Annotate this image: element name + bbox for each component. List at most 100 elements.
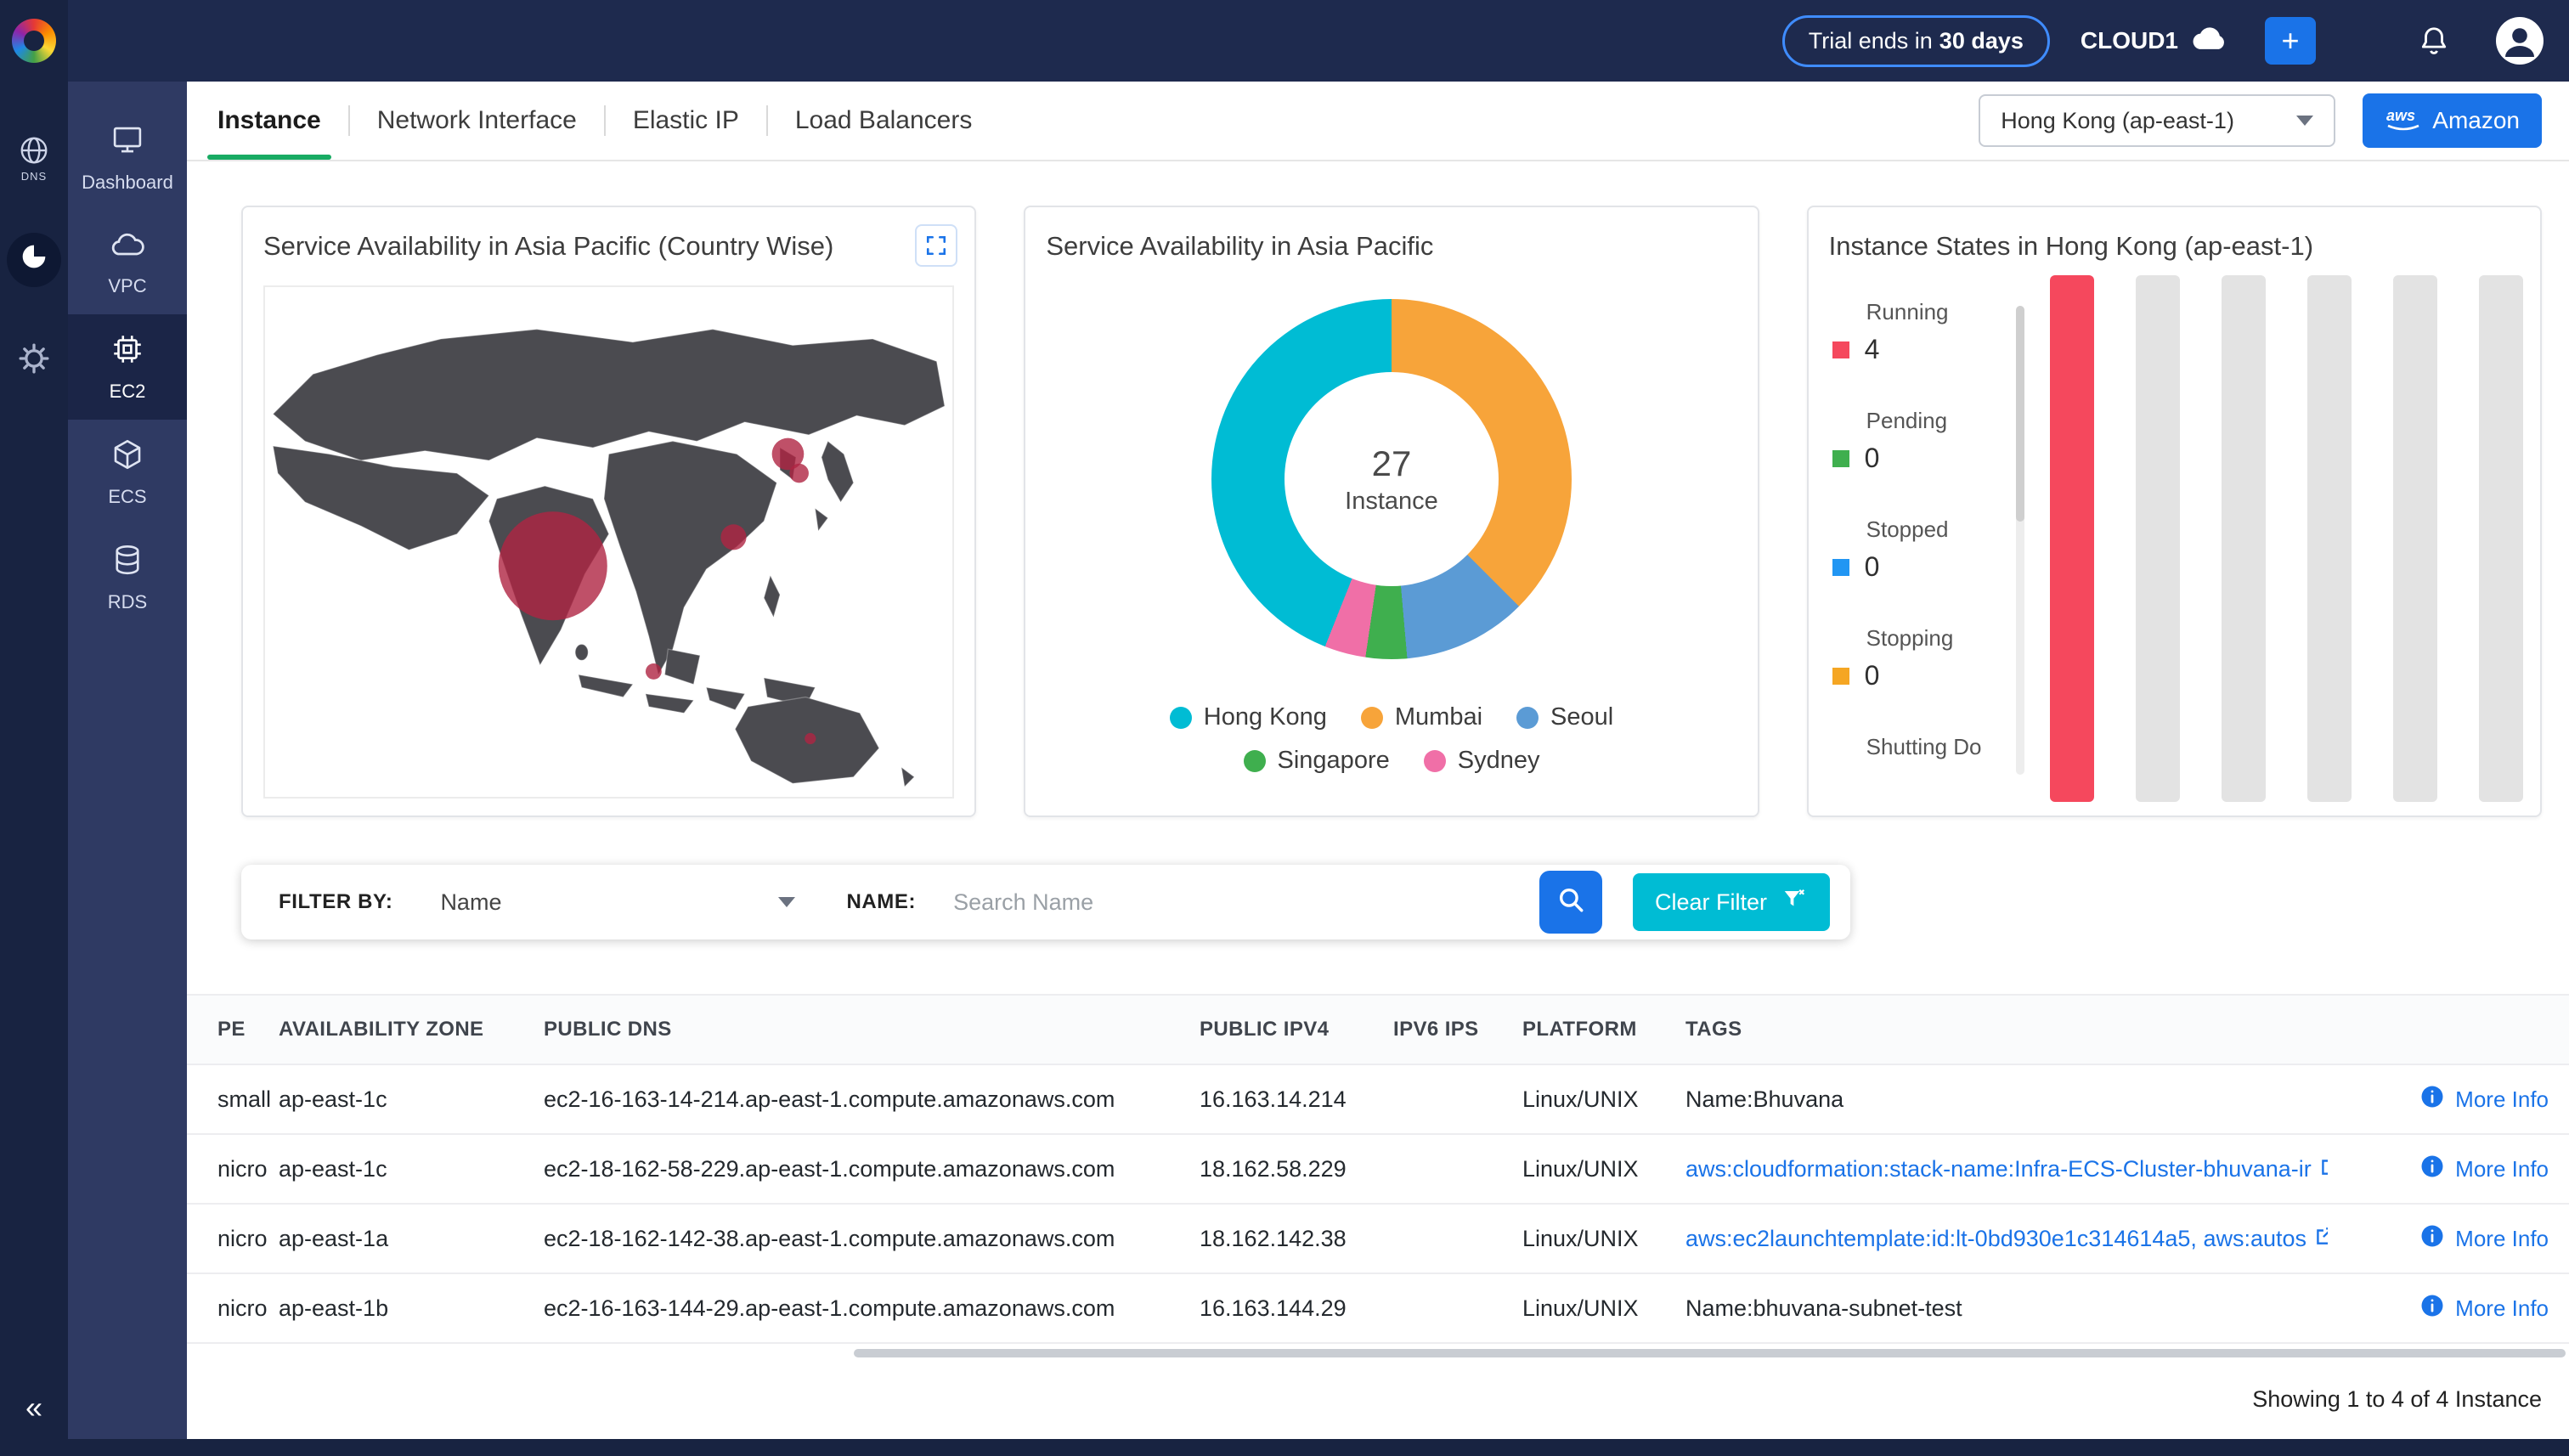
asia-pacific-map[interactable] <box>263 285 954 799</box>
dns-globe-icon <box>18 134 50 173</box>
tags-text: Name:bhuvana-subnet-test <box>1685 1295 2328 1322</box>
table-footer-count: Showing 1 to 4 of 4 Instance <box>187 1386 2569 1413</box>
clear-filter-button[interactable]: Clear Filter <box>1633 873 1830 931</box>
map-bubble-hong-kong <box>720 524 746 550</box>
more-info-link[interactable]: More Info <box>2419 1154 2549 1185</box>
bar-running[interactable] <box>2050 275 2094 802</box>
trial-days: 30 days <box>1939 28 2024 54</box>
state-pending[interactable]: Pending 0 <box>1832 408 2013 516</box>
state-stopped[interactable]: Stopped 0 <box>1832 516 2013 625</box>
pie-chart-icon <box>17 240 51 280</box>
bar-placeholder <box>2222 275 2266 802</box>
tab-elastic-ip[interactable]: Elastic IP <box>606 82 766 160</box>
legend-dot <box>1516 707 1539 729</box>
sidebar-item-dashboard[interactable]: Dashboard <box>68 105 187 211</box>
bar-placeholder <box>2393 275 2437 802</box>
legend-square <box>1832 450 1849 467</box>
search-button[interactable] <box>1539 871 1602 934</box>
table-row: nicro ap-east-1b ec2-16-163-144-29.ap-ea… <box>187 1274 2569 1344</box>
legend-item-sydney[interactable]: Sydney <box>1424 747 1540 775</box>
tab-network-interface[interactable]: Network Interface <box>350 82 604 160</box>
add-button[interactable]: + <box>2265 17 2316 65</box>
external-link-icon <box>2313 1225 2328 1253</box>
col-header-public-dns[interactable]: PUBLIC DNS <box>544 1018 1200 1041</box>
chevron-down-icon <box>2296 116 2313 126</box>
trial-banner[interactable]: Trial ends in 30 days <box>1782 15 2050 67</box>
tags-link[interactable]: aws:cloudformation:stack-name:Infra-ECS-… <box>1685 1155 2328 1183</box>
state-shutting-down[interactable]: Shutting Do <box>1832 734 2013 795</box>
states-legend: Running 4 Pending 0 Stopped 0 Stopping <box>1832 299 2013 795</box>
more-info-link[interactable]: More Info <box>2419 1084 2549 1115</box>
col-header-type[interactable]: PE <box>187 1018 279 1041</box>
scrollbar-thumb[interactable] <box>854 1349 2566 1357</box>
region-select[interactable]: Hong Kong (ap-east-1) <box>1979 94 2335 147</box>
legend-dot <box>1424 750 1446 772</box>
availability-donut-card: Service Availability in Asia Pacific 27 … <box>1024 206 1759 817</box>
bar-placeholder <box>2479 275 2523 802</box>
org-name: CLOUD1 <box>2081 27 2178 54</box>
amazon-button-label: Amazon <box>2432 107 2520 134</box>
sidebar-item-ecs[interactable]: ECS <box>68 420 187 525</box>
rail-item-settings[interactable] <box>7 335 61 389</box>
more-info-link[interactable]: More Info <box>2419 1293 2549 1324</box>
tab-load-balancers[interactable]: Load Balancers <box>768 82 999 160</box>
amazon-provider-button[interactable]: aws Amazon <box>2363 93 2542 148</box>
search-name-input[interactable] <box>953 889 1539 916</box>
notifications-bell-icon[interactable] <box>2418 24 2450 58</box>
user-avatar[interactable] <box>2494 15 2545 66</box>
info-icon <box>2419 1084 2445 1115</box>
sidebar-collapse-button[interactable]: « <box>0 1390 68 1425</box>
map-card: Service Availability in Asia Pacific (Co… <box>241 206 976 817</box>
state-stopping[interactable]: Stopping 0 <box>1832 625 2013 734</box>
chevron-down-icon <box>778 897 795 907</box>
rail-item-monitoring[interactable] <box>7 233 61 287</box>
col-header-tags[interactable]: TAGS <box>1685 1018 2328 1041</box>
sidebar-item-ec2[interactable]: EC2 <box>68 314 187 420</box>
table-row: small ap-east-1c ec2-16-163-14-214.ap-ea… <box>187 1065 2569 1135</box>
legend-item-singapore[interactable]: Singapore <box>1244 747 1390 775</box>
tags-link[interactable]: aws:ec2launchtemplate:id:lt-0bd930e1c314… <box>1685 1225 2328 1253</box>
legend-square <box>1832 668 1849 685</box>
filter-by-value: Name <box>440 889 501 916</box>
tab-bar: Instance Network Interface Elastic IP Lo… <box>187 82 2569 161</box>
col-header-az[interactable]: AVAILABILITY ZONE <box>279 1018 544 1041</box>
map-card-title: Service Availability in Asia Pacific (Co… <box>263 231 954 262</box>
org-selector[interactable]: CLOUD1 <box>2081 25 2227 57</box>
trial-text: Trial ends in <box>1809 28 1933 54</box>
sidebar-item-label: EC2 <box>110 381 146 403</box>
clear-filter-label: Clear Filter <box>1655 889 1767 916</box>
col-header-ipv6[interactable]: IPV6 IPS <box>1393 1018 1522 1041</box>
legend-item-mumbai[interactable]: Mumbai <box>1361 703 1482 731</box>
external-link-icon <box>2318 1155 2328 1183</box>
sidebar-item-rds[interactable]: RDS <box>68 525 187 630</box>
col-header-public-ipv4[interactable]: PUBLIC IPV4 <box>1200 1018 1393 1041</box>
tab-instance[interactable]: Instance <box>190 82 348 160</box>
filter-by-select[interactable]: Name <box>440 889 805 916</box>
col-header-platform[interactable]: PLATFORM <box>1522 1018 1685 1041</box>
svg-text:aws: aws <box>2386 107 2415 124</box>
bar-placeholder <box>2307 275 2352 802</box>
filter-clear-icon <box>1781 887 1808 918</box>
legend-dot <box>1170 707 1192 729</box>
donut-card-title: Service Availability in Asia Pacific <box>1046 231 1736 262</box>
app-logo <box>12 19 56 63</box>
legend-item-hong-kong[interactable]: Hong Kong <box>1170 703 1327 731</box>
state-running[interactable]: Running 4 <box>1832 299 2013 408</box>
dashboard-icon <box>110 122 145 165</box>
donut-chart[interactable]: 27 Instance <box>1211 299 1572 659</box>
rail-item-dns[interactable]: DNS <box>7 131 61 185</box>
sidebar-item-label: VPC <box>108 275 146 297</box>
legend-item-seoul[interactable]: Seoul <box>1516 703 1613 731</box>
fullscreen-expand-icon[interactable] <box>915 224 957 267</box>
more-info-link[interactable]: More Info <box>2419 1223 2549 1255</box>
states-bar-chart <box>2050 275 2523 802</box>
top-bar: Trial ends in 30 days CLOUD1 + <box>0 0 2569 82</box>
search-icon <box>1556 885 1585 920</box>
sidebar-item-vpc[interactable]: VPC <box>68 211 187 314</box>
map-bubble-seoul-2 <box>789 464 809 483</box>
sidebar-item-label: Dashboard <box>82 172 173 194</box>
legend-scrollbar[interactable] <box>2016 306 2024 775</box>
name-field-label: NAME: <box>846 890 916 914</box>
ec2-chip-icon <box>110 331 145 374</box>
legend-dot <box>1361 707 1383 729</box>
